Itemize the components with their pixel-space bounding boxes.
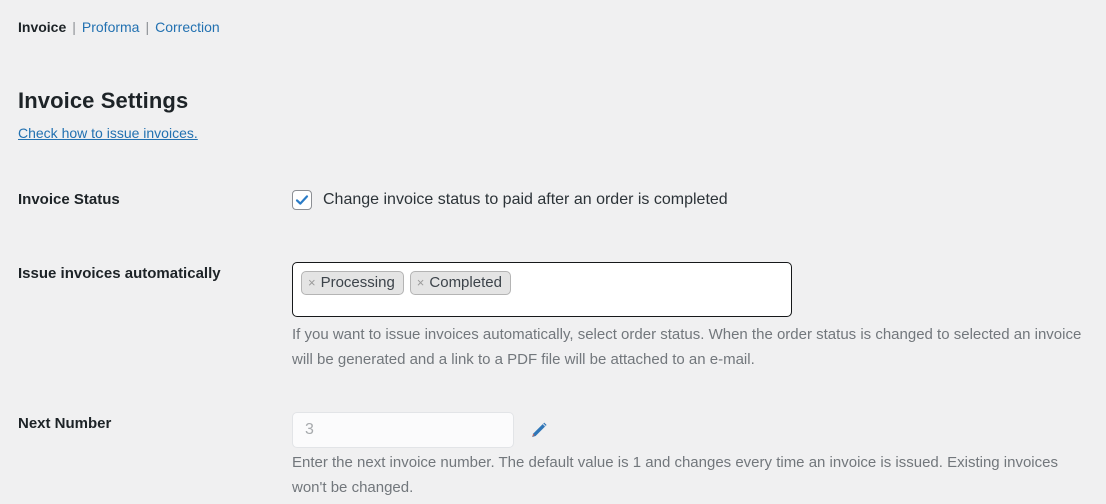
checkmark-icon [295,195,309,205]
nav-separator-1: | [72,19,76,35]
issue-automatically-description: If you want to issue invoices automatica… [292,326,1082,368]
pencil-icon [531,422,547,437]
tag-processing[interactable]: × Processing [301,271,404,295]
tag-completed-label: Completed [429,273,502,291]
issue-automatically-field: × Processing × Completed [292,262,1092,317]
tag-processing-label: Processing [320,273,395,291]
next-number-field [292,412,1092,448]
invoice-status-checkbox-row[interactable]: Change invoice status to paid after an o… [292,188,1092,212]
edit-next-number-button[interactable] [527,419,549,441]
next-number-label: Next Number [18,415,112,432]
next-number-control-group [292,412,1092,448]
remove-tag-icon[interactable]: × [308,273,316,293]
tab-proforma[interactable]: Proforma [82,19,140,35]
tab-invoice[interactable]: Invoice [18,19,66,35]
settings-tab-nav: Invoice | Proforma | Correction [18,17,220,37]
nav-separator-2: | [145,19,150,35]
remove-tag-icon[interactable]: × [417,273,425,293]
order-status-multiselect[interactable]: × Processing × Completed [292,262,792,317]
tag-completed[interactable]: × Completed [409,271,511,295]
issue-automatically-label: Issue invoices automatically [18,265,221,282]
page-title: Invoice Settings [18,88,189,113]
check-how-to-issue-invoices-link[interactable]: Check how to issue invoices. [18,123,198,143]
next-number-input[interactable] [292,412,514,448]
invoice-status-checkbox-label: Change invoice status to paid after an o… [323,191,728,208]
invoice-status-label: Invoice Status [18,191,120,208]
next-number-description: Enter the next invoice number. The defau… [292,454,1058,496]
tab-correction[interactable]: Correction [155,19,220,35]
invoice-status-field: Change invoice status to paid after an o… [292,188,1092,212]
invoice-status-checkbox[interactable] [292,190,312,210]
